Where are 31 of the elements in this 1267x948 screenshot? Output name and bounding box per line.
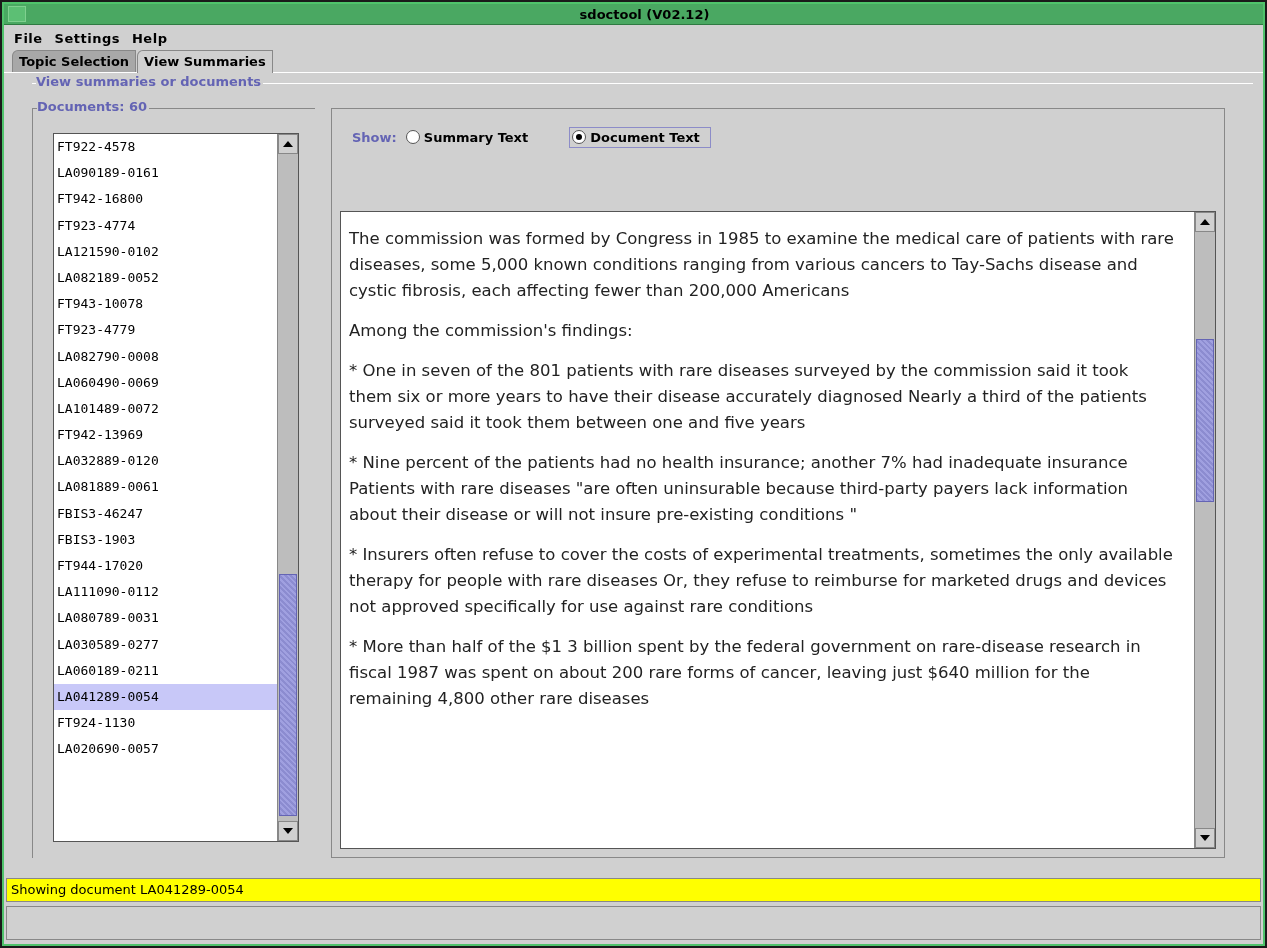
- menu-item[interactable]: File: [14, 31, 43, 46]
- paragraph: * More than half of the $1 3 billion spent by the federal government on rare-disease research in fiscal 1987 was spent on about 200 rare forms of cancer, leaving just $640 million for the remaining 4,800 other rare diseases: [349, 636, 1142, 710]
- up-arrow-icon: [283, 141, 293, 147]
- status-bar: Showing document LA041289-0054: [6, 878, 1261, 902]
- scroll-thumb[interactable]: [1196, 339, 1214, 503]
- paragraph: * Insurers often refuse to cover the costs of experimental treatments, sometimes the only available therapy for people with rare diseases Or, they refuse to reimburse for marketed drugs and devices not approved specifically for use against rare conditions: [349, 544, 1174, 618]
- down-arrow-icon: [283, 828, 293, 834]
- paragraph: The commission was formed by Congress in 1985 to examine the medical care of patients with rare diseases, some 5,000 known conditions ranging from various cancers to Tay-Sachs disease and cystic fibrosis, each affecting fewer than 200,000 Americans: [349, 228, 1174, 302]
- radio-option[interactable]: Document Text: [569, 126, 711, 148]
- scrollbar[interactable]: [277, 134, 298, 841]
- scroll-down-button[interactable]: [278, 821, 298, 841]
- scroll-up-button[interactable]: [1195, 212, 1215, 232]
- scroll-down-button[interactable]: [1195, 828, 1215, 848]
- up-arrow-icon: [1200, 219, 1210, 225]
- window-title: sdoctool (V02.12): [578, 6, 711, 22]
- scroll-up-button[interactable]: [278, 134, 298, 154]
- paragraph: Among the commission's findings:: [349, 320, 634, 342]
- paragraph: * One in seven of the 801 patients with rare diseases surveyed by the commission said it took them six or more years to have their disease accurately diagnosed Nearly a third of the patients surveyed said it took them between one and five years: [349, 360, 1148, 434]
- scroll-thumb[interactable]: [279, 574, 297, 817]
- show-label: Show:: [352, 129, 397, 145]
- scrollbar[interactable]: [1194, 212, 1215, 848]
- list-item[interactable]: LA041289-0054: [54, 683, 277, 711]
- tab[interactable]: Topic Selection: [12, 50, 137, 72]
- documents-title: Documents: 60: [37, 99, 150, 114]
- paragraph: * Nine percent of the patients had no health insurance; another 7% had inadequate insurance Patients with rare diseases "are often uninsurable because third-party payers lack information about their disease or will not insure pre-existing conditions ": [349, 452, 1130, 526]
- group-title: View summaries or documents: [36, 74, 264, 89]
- radio-option[interactable]: Summary Text: [402, 126, 540, 148]
- menu-item[interactable]: Settings: [54, 31, 120, 46]
- menu-item[interactable]: Help: [132, 31, 168, 46]
- tab[interactable]: View Summaries: [137, 50, 273, 73]
- down-arrow-icon: [1200, 835, 1210, 841]
